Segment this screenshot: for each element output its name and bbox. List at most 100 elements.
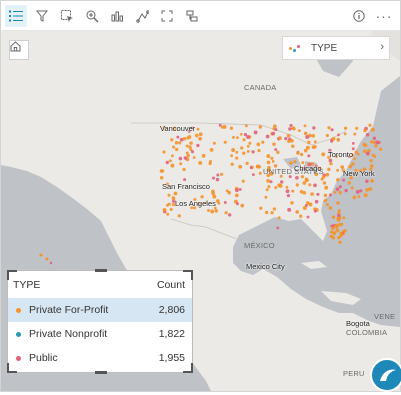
- school-point[interactable]: [251, 173, 255, 177]
- school-point[interactable]: [374, 144, 378, 148]
- school-point[interactable]: [245, 161, 249, 166]
- school-point[interactable]: [337, 133, 340, 137]
- school-point[interactable]: [340, 222, 344, 226]
- school-point[interactable]: [239, 132, 243, 136]
- school-point[interactable]: [293, 160, 297, 164]
- school-point[interactable]: [212, 141, 216, 145]
- school-point[interactable]: [344, 188, 348, 193]
- school-point[interactable]: [186, 153, 190, 158]
- school-point[interactable]: [271, 159, 275, 163]
- school-point[interactable]: [174, 147, 179, 152]
- school-point[interactable]: [240, 203, 245, 208]
- resize-handle-top[interactable]: [95, 269, 107, 272]
- school-point[interactable]: [312, 126, 316, 130]
- school-point[interactable]: [224, 211, 228, 215]
- school-point[interactable]: [336, 168, 340, 172]
- school-point[interactable]: [295, 210, 300, 214]
- school-point[interactable]: [277, 216, 281, 220]
- school-point[interactable]: [355, 189, 360, 194]
- school-point[interactable]: [227, 213, 232, 217]
- school-point[interactable]: [336, 178, 340, 182]
- school-point[interactable]: [256, 164, 260, 169]
- school-point[interactable]: [295, 175, 299, 180]
- school-point[interactable]: [355, 126, 359, 130]
- school-point[interactable]: [246, 135, 250, 139]
- school-point[interactable]: [365, 133, 370, 137]
- school-point[interactable]: [325, 172, 330, 177]
- school-point[interactable]: [353, 157, 357, 161]
- school-point[interactable]: [305, 135, 310, 139]
- school-point[interactable]: [183, 156, 188, 160]
- school-point[interactable]: [183, 178, 187, 182]
- school-point[interactable]: [303, 124, 307, 128]
- school-point[interactable]: [192, 156, 196, 159]
- school-point[interactable]: [198, 136, 202, 141]
- school-point[interactable]: [266, 160, 271, 165]
- filter-icon[interactable]: [31, 5, 53, 27]
- school-point[interactable]: [289, 123, 293, 127]
- school-point[interactable]: [378, 147, 383, 151]
- school-point[interactable]: [331, 215, 336, 219]
- school-point[interactable]: [211, 191, 215, 196]
- school-point[interactable]: [207, 208, 210, 212]
- school-point[interactable]: [338, 240, 342, 244]
- zoom-icon[interactable]: [81, 5, 103, 27]
- school-point[interactable]: [201, 153, 206, 158]
- school-point[interactable]: [325, 202, 330, 207]
- school-point[interactable]: [258, 125, 262, 129]
- legend-row-private-nonprofit[interactable]: Private Nonprofit 1,822: [8, 322, 192, 346]
- school-point[interactable]: [217, 201, 221, 205]
- more-options-button[interactable]: ···: [373, 5, 395, 27]
- school-point[interactable]: [363, 128, 367, 133]
- school-point[interactable]: [231, 135, 235, 139]
- school-point[interactable]: [368, 123, 372, 127]
- school-point[interactable]: [200, 195, 204, 199]
- school-point[interactable]: [177, 214, 181, 218]
- school-point[interactable]: [240, 146, 244, 150]
- school-point[interactable]: [284, 136, 288, 141]
- school-point[interactable]: [272, 142, 276, 146]
- school-point[interactable]: [235, 188, 239, 193]
- school-point[interactable]: [265, 188, 269, 192]
- school-point[interactable]: [174, 141, 179, 145]
- school-point[interactable]: [215, 177, 220, 182]
- school-point[interactable]: [357, 194, 361, 198]
- school-point[interactable]: [267, 185, 271, 189]
- school-point[interactable]: [170, 163, 175, 168]
- school-point[interactable]: [209, 147, 214, 152]
- school-point[interactable]: [166, 212, 170, 216]
- school-point[interactable]: [246, 144, 250, 148]
- school-point[interactable]: [265, 134, 270, 139]
- school-point[interactable]: [162, 208, 167, 212]
- legend-icon[interactable]: [5, 5, 27, 27]
- school-point[interactable]: [335, 187, 340, 192]
- school-point[interactable]: [236, 202, 239, 206]
- school-point[interactable]: [241, 179, 245, 183]
- school-point[interactable]: [373, 154, 377, 158]
- school-point[interactable]: [242, 138, 246, 142]
- school-point[interactable]: [258, 171, 262, 175]
- school-point[interactable]: [365, 151, 370, 156]
- school-point[interactable]: [328, 206, 333, 210]
- school-point[interactable]: [225, 189, 229, 193]
- school-point[interactable]: [246, 149, 250, 153]
- maximize-icon[interactable]: [156, 5, 178, 27]
- school-point[interactable]: [331, 226, 335, 230]
- school-point[interactable]: [291, 189, 295, 193]
- school-point[interactable]: [244, 124, 248, 128]
- school-point[interactable]: [334, 224, 338, 228]
- school-point[interactable]: [350, 186, 354, 190]
- school-point[interactable]: [377, 141, 381, 144]
- school-point[interactable]: [272, 207, 277, 211]
- school-point[interactable]: [328, 158, 333, 163]
- school-point[interactable]: [285, 185, 289, 189]
- legend-row-private-for-profit[interactable]: Private For-Profit 2,806: [8, 298, 192, 322]
- school-point[interactable]: [342, 178, 346, 182]
- school-point[interactable]: [351, 142, 355, 145]
- school-point[interactable]: [336, 201, 340, 205]
- school-point[interactable]: [298, 129, 301, 132]
- school-point[interactable]: [325, 133, 329, 138]
- school-point[interactable]: [313, 209, 317, 213]
- school-point[interactable]: [304, 131, 308, 135]
- school-point[interactable]: [187, 135, 192, 139]
